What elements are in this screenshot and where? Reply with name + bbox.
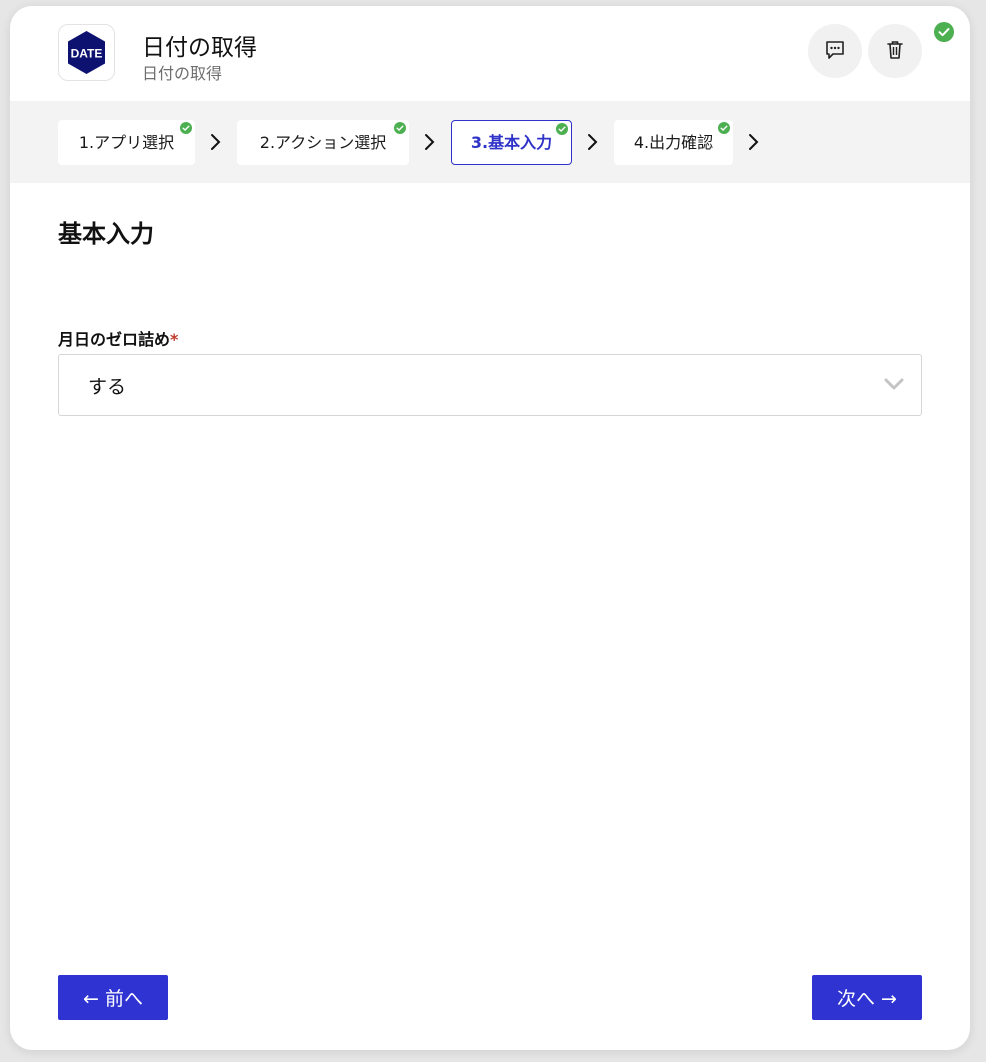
chevron-right-icon [588,134,598,150]
section-title: 基本入力 [58,220,154,248]
required-mark: * [170,330,179,349]
zero-padding-select[interactable]: する [58,354,922,416]
next-button[interactable]: 次へ → [812,975,922,1020]
step-action-select[interactable]: 2.アクション選択 [237,120,409,165]
step-label: 3.基本入力 [470,133,553,152]
comment-icon [826,41,844,59]
select-value: する [88,376,127,398]
prev-button[interactable]: ← 前へ [58,975,168,1020]
check-circle-icon [394,122,406,134]
field-label-text: 月日のゼロ詰め [58,330,171,349]
flow-step-card: DATE 日付の取得 日付の取得 1.アプリ選択 2.アクション選択 3.基本入… [10,6,970,1050]
card-header: DATE 日付の取得 日付の取得 [10,6,970,101]
step-basic-input[interactable]: 3.基本入力 [451,120,572,165]
check-circle-icon [556,123,568,135]
logo-text: DATE [71,47,103,61]
step-navigation: 1.アプリ選択 2.アクション選択 3.基本入力 4.出力確認 [10,101,970,183]
app-subtitle: 日付の取得 [142,64,223,83]
check-circle-icon [180,122,192,134]
step-output-confirm[interactable]: 4.出力確認 [614,120,733,165]
step-app-select[interactable]: 1.アプリ選択 [58,120,195,165]
check-circle-icon [934,22,954,42]
delete-button[interactable] [868,24,922,78]
chevron-right-icon [425,134,435,150]
step-label: 1.アプリ選択 [78,133,175,152]
comment-button[interactable] [808,24,862,78]
date-app-logo: DATE [58,24,115,81]
step-label: 4.出力確認 [633,133,714,152]
app-title: 日付の取得 [142,35,257,61]
trash-icon [887,41,903,59]
chevron-right-icon [211,134,221,150]
step-label: 2.アクション選択 [259,133,387,152]
chevron-right-icon [749,134,759,150]
check-circle-icon [718,122,730,134]
field-label: 月日のゼロ詰め* [58,326,178,350]
chevron-down-icon [884,378,904,390]
date-logo-icon: DATE [68,31,105,74]
